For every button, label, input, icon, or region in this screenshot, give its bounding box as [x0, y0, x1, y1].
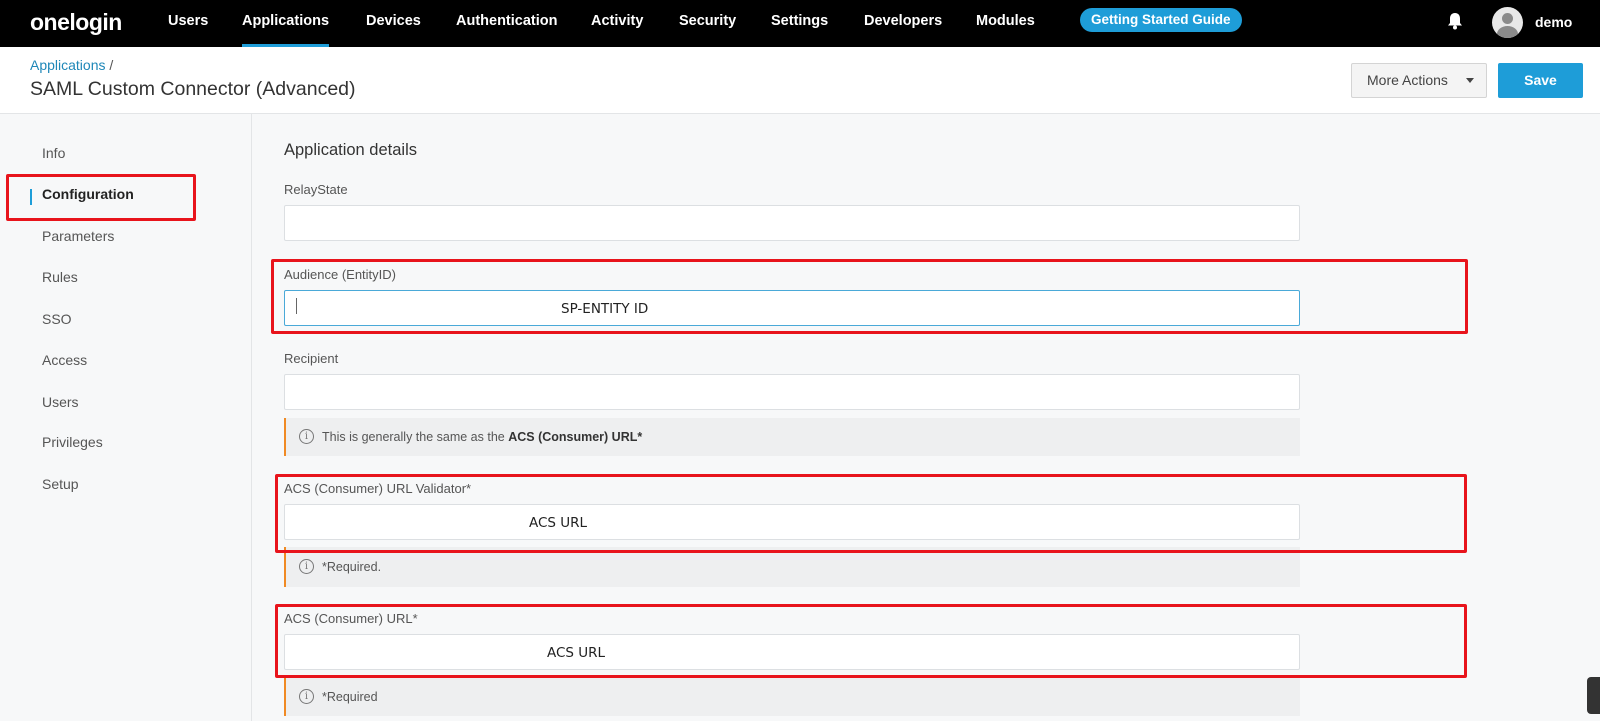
onelogin-logo[interactable]: onelogin — [30, 9, 122, 36]
acs-url-info-note: i *Required — [284, 678, 1300, 716]
info-circle-icon: i — [299, 559, 314, 574]
page-title: SAML Custom Connector (Advanced) — [30, 78, 356, 100]
info-circle-icon: i — [299, 429, 314, 444]
bell-icon[interactable] — [1447, 12, 1463, 30]
breadcrumb: Applications / — [30, 57, 113, 73]
caret-down-icon — [1466, 78, 1474, 83]
sidebar-item-info[interactable]: Info — [42, 145, 65, 161]
relay-state-label: RelayState — [284, 182, 348, 197]
recipient-note-text: This is generally the same as the ACS (C… — [322, 430, 643, 444]
sidebar-item-parameters[interactable]: Parameters — [42, 228, 114, 244]
recipient-label: Recipient — [284, 351, 339, 366]
nav-applications[interactable]: Applications — [242, 0, 330, 47]
recipient-input[interactable] — [284, 374, 1300, 410]
nav-users[interactable]: Users — [168, 0, 208, 47]
more-actions-button[interactable]: More Actions — [1351, 63, 1487, 98]
save-button[interactable]: Save — [1498, 63, 1583, 98]
section-title: Application details — [284, 141, 417, 159]
sidebar-item-sso[interactable]: SSO — [42, 311, 72, 327]
feedback-tab[interactable] — [1587, 677, 1600, 714]
breadcrumb-separator: / — [109, 57, 114, 73]
sidebar-item-setup[interactable]: Setup — [42, 476, 79, 492]
highlight-box-acs-validator — [275, 474, 1467, 553]
more-actions-label: More Actions — [1367, 72, 1448, 88]
sidebar-item-access[interactable]: Access — [42, 352, 87, 368]
nav-authentication[interactable]: Authentication — [456, 0, 558, 47]
recipient-info-note: i This is generally the same as the ACS … — [284, 418, 1300, 456]
username[interactable]: demo — [1535, 14, 1572, 30]
page-header: Applications / SAML Custom Connector (Ad… — [0, 47, 1600, 114]
nav-settings[interactable]: Settings — [771, 0, 828, 47]
sidebar-item-privileges[interactable]: Privileges — [42, 434, 103, 450]
relay-state-input[interactable] — [284, 205, 1300, 241]
nav-devices[interactable]: Devices — [366, 0, 421, 47]
breadcrumb-applications-link[interactable]: Applications — [30, 57, 106, 73]
user-avatar-icon[interactable] — [1492, 7, 1523, 38]
sidebar-item-rules[interactable]: Rules — [42, 269, 78, 285]
acs-validator-note-text: *Required. — [322, 560, 382, 574]
acs-url-note-text: *Required — [322, 690, 378, 704]
nav-modules[interactable]: Modules — [976, 0, 1035, 47]
top-navigation-bar: onelogin Users Applications Devices Auth… — [0, 0, 1600, 47]
highlight-box-audience — [271, 259, 1468, 334]
sidebar-item-users[interactable]: Users — [42, 394, 79, 410]
highlight-box-acs-url — [275, 604, 1467, 678]
nav-activity[interactable]: Activity — [591, 0, 643, 47]
nav-developers[interactable]: Developers — [864, 0, 942, 47]
acs-validator-info-note: i *Required. — [284, 547, 1300, 587]
info-circle-icon: i — [299, 689, 314, 704]
nav-security[interactable]: Security — [679, 0, 736, 47]
highlight-box-configuration — [6, 174, 196, 221]
getting-started-guide-button[interactable]: Getting Started Guide — [1080, 8, 1242, 32]
